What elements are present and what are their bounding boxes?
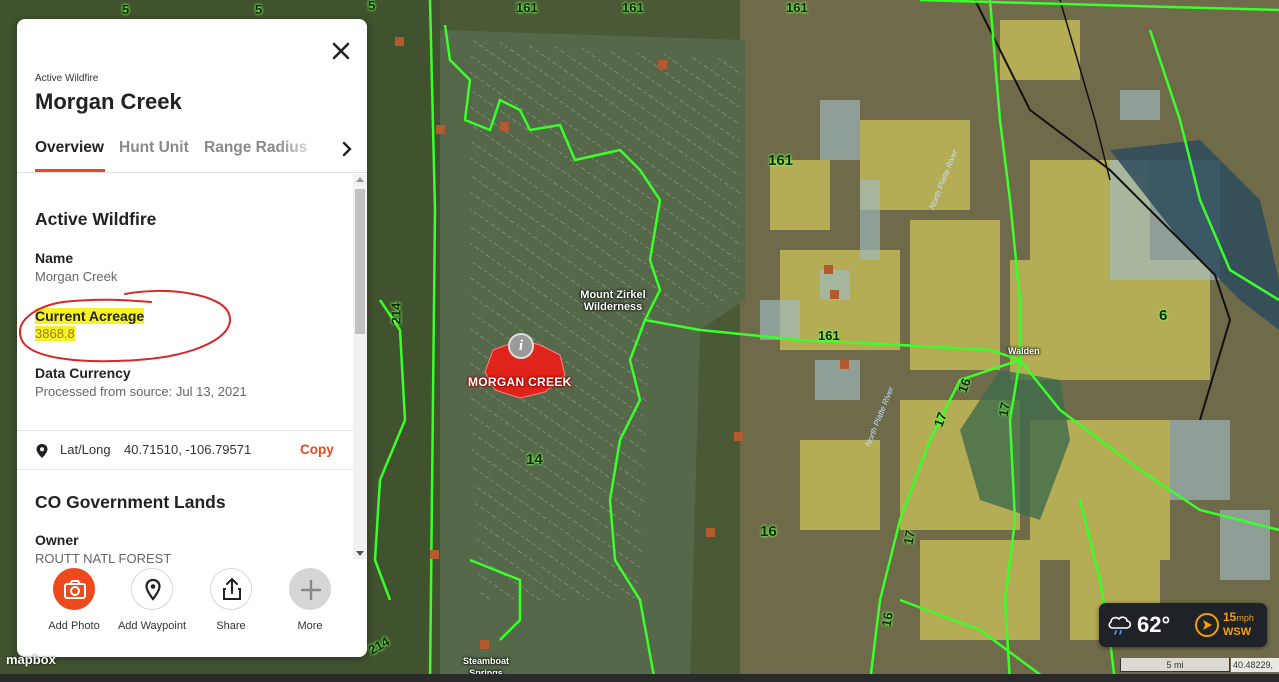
tab-overview[interactable]: Overview (35, 139, 104, 157)
lands-section-title: CO Government Lands (35, 492, 226, 512)
tabs-next-button[interactable] (337, 137, 357, 161)
wind-direction: WSW (1223, 626, 1252, 638)
scrollbar-thumb[interactable] (355, 189, 365, 334)
name-value: Morgan Creek (35, 269, 118, 284)
fire-label[interactable]: MORGAN CREEK (468, 375, 572, 389)
wildfire-section-title: Active Wildfire (35, 209, 157, 229)
share-icon (223, 577, 241, 600)
tab-fade (277, 131, 327, 171)
unit-label: 16 (878, 611, 896, 628)
wind-direction-icon (1195, 613, 1219, 637)
weather-widget[interactable]: 62° 15mph WSW (1099, 603, 1267, 647)
unit-label: 5 (368, 0, 376, 13)
scroll-up-arrow-icon[interactable] (356, 177, 364, 182)
currency-value: Processed from source: Jul 13, 2021 (35, 384, 247, 399)
close-icon (332, 42, 350, 60)
map-pin-icon (145, 578, 161, 601)
unit-label: 161 (786, 0, 808, 15)
close-button[interactable] (329, 39, 353, 63)
currency-label: Data Currency (35, 365, 131, 381)
scale-bar: 5 mi (1120, 658, 1230, 672)
copy-button[interactable]: Copy (300, 442, 334, 457)
temperature: 62° (1137, 612, 1171, 637)
unit-label: 17 (995, 401, 1013, 418)
chevron-right-icon (342, 141, 352, 157)
annotation-circle (19, 289, 232, 363)
add-photo-label: Add Photo (48, 620, 100, 632)
owner-value: ROUTT NATL FOREST (35, 551, 172, 564)
more-button[interactable]: More (270, 568, 350, 632)
active-tab-indicator (35, 169, 105, 172)
latlong-row: Lat/Long 40.71510, -106.79571 Copy (17, 431, 353, 469)
panel-tabs: Overview Hunt Unit Range Radius (17, 131, 367, 173)
share-button[interactable]: Share (191, 568, 271, 632)
mapbox-attribution[interactable]: mapbox (6, 652, 56, 667)
unit-label: 5 (122, 2, 130, 17)
more-label: More (297, 620, 323, 632)
add-waypoint-button[interactable]: Add Waypoint (112, 568, 192, 632)
unit-label: 161 (818, 328, 840, 343)
latlong-label: Lat/Long (60, 442, 111, 457)
add-waypoint-label: Add Waypoint (117, 620, 187, 632)
wind-speed: 15mph (1223, 610, 1254, 624)
name-label: Name (35, 250, 74, 266)
scroll-down-arrow-icon[interactable] (356, 551, 364, 556)
panel-header: Active Wildfire Morgan Creek Overview Hu… (17, 19, 367, 174)
location-pin-icon (36, 444, 48, 458)
unit-label: 161 (622, 0, 644, 15)
divider (17, 469, 353, 470)
panel-eyebrow: Active Wildfire (35, 73, 99, 84)
plus-icon (300, 579, 322, 601)
add-photo-button[interactable]: Add Photo (34, 568, 114, 632)
unit-label: 6 (1159, 307, 1168, 324)
unit-label: 17 (900, 529, 918, 546)
bottom-bar (0, 674, 1279, 682)
unit-label: 5 (255, 2, 263, 17)
fire-info-icon[interactable]: i (508, 333, 534, 359)
unit-label: 214 (388, 302, 404, 325)
panel-scroll-area[interactable]: Active Wildfire Name Morgan Creek Curren… (17, 174, 353, 564)
unit-label: 161 (768, 152, 794, 169)
share-label: Share (216, 620, 246, 632)
details-panel: Active Wildfire Morgan Creek Overview Hu… (17, 19, 367, 657)
cursor-coordinates: 40.48229, (1231, 658, 1279, 672)
unit-label: 161 (516, 0, 538, 15)
rain-cloud-icon (1108, 616, 1132, 635)
panel-title: Morgan Creek (35, 89, 182, 114)
panel-scrollbar[interactable] (353, 174, 367, 559)
owner-label: Owner (35, 532, 79, 548)
tab-hunt-unit[interactable]: Hunt Unit (119, 139, 189, 157)
town-label: Walden (1008, 346, 1040, 356)
unit-label: 14 (526, 451, 543, 468)
action-bar: Add Photo Add Waypoint Share More (17, 564, 367, 657)
latlong-value: 40.71510, -106.79571 (124, 442, 252, 457)
camera-icon (64, 580, 86, 599)
wilderness-label: Mount Zirkel Wilderness (580, 289, 646, 313)
unit-label: 16 (760, 523, 777, 540)
